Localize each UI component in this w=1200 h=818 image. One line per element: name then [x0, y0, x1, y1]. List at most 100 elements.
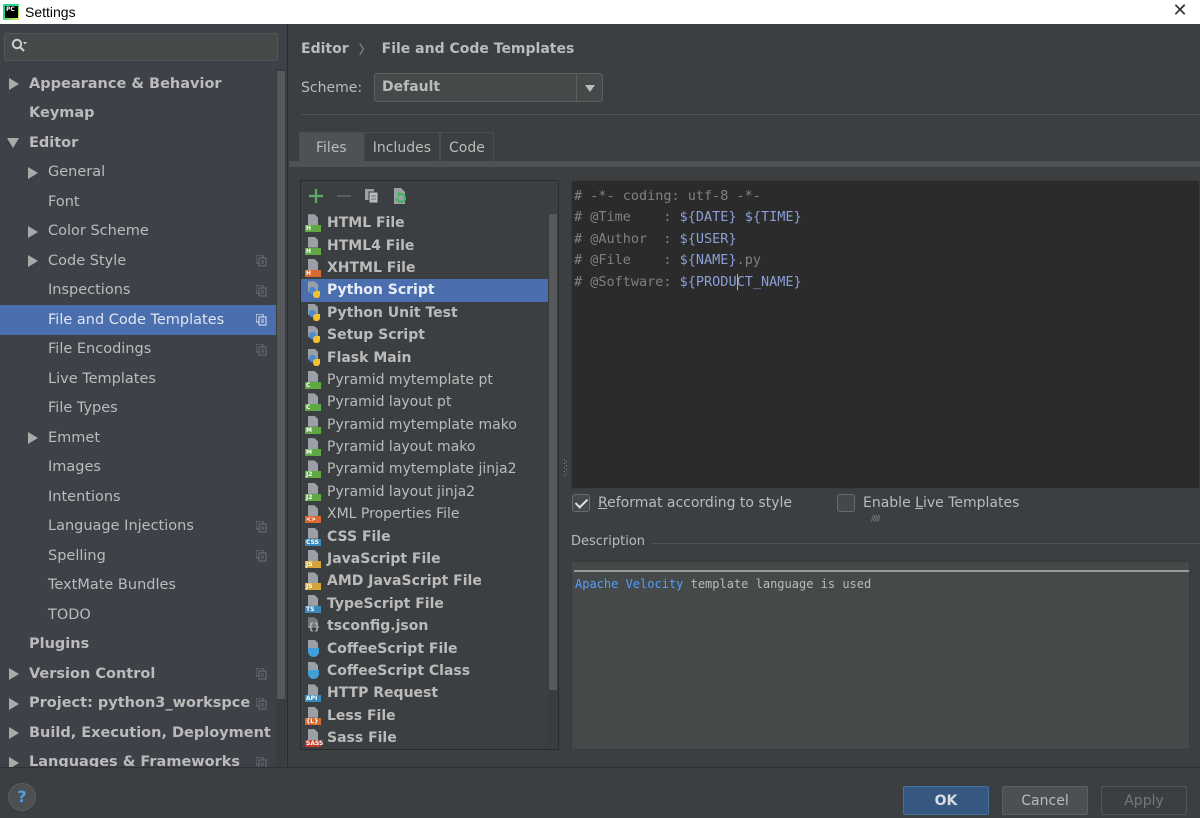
template-item-html-file[interactable]: H HTML File: [301, 212, 548, 234]
sidebar-item-file-encodings[interactable]: File Encodings: [0, 335, 276, 365]
code-line: # @File : ${NAME}.py: [574, 250, 1199, 271]
sidebar-scrollbar-thumb[interactable]: [277, 71, 285, 699]
sidebar-item-code-style[interactable]: Code Style: [0, 246, 276, 276]
template-variable: ${PRODU: [679, 273, 737, 290]
tab-code[interactable]: Code: [440, 132, 494, 161]
template-item-label: HTML4 File: [327, 237, 415, 254]
template-item-coffeescript-class[interactable]: CoffeeScript Class: [301, 660, 548, 682]
api-file-icon: API: [305, 684, 322, 703]
template-list-scrollbar-thumb[interactable]: [549, 214, 557, 690]
sidebar-item-label: File Types: [48, 400, 118, 417]
template-item-python-unit-test[interactable]: Python Unit Test: [301, 302, 548, 324]
reset-icon[interactable]: [391, 187, 409, 205]
template-item-http-request[interactable]: API HTTP Request: [301, 682, 548, 704]
close-icon[interactable]: ✕: [1168, 0, 1192, 24]
template-item-typescript-file[interactable]: TS TypeScript File: [301, 593, 548, 615]
scheme-dropdown[interactable]: Default: [374, 73, 603, 102]
template-item-pyramid-layout-pt[interactable]: C Pyramid layout pt: [301, 391, 548, 413]
remove-icon[interactable]: [335, 187, 353, 205]
sidebar-item-textmate-bundles[interactable]: TextMate Bundles: [0, 571, 276, 601]
ts-file-icon: TS: [305, 594, 322, 613]
expanded-arrow-icon[interactable]: [7, 138, 19, 148]
ok-button[interactable]: OK: [903, 786, 989, 815]
sidebar-item-editor[interactable]: Editor: [0, 128, 276, 158]
template-item-javascript-file[interactable]: JS JavaScript File: [301, 548, 548, 570]
sidebar-item-keymap[interactable]: Keymap: [0, 99, 276, 129]
python-file-icon: [305, 326, 322, 344]
code-comment: # @Time :: [574, 209, 680, 226]
template-item-xml-properties-file[interactable]: <> XML Properties File: [301, 503, 548, 525]
template-item-less-file[interactable]: {L} Less File: [301, 705, 548, 727]
sidebar-item-general[interactable]: General: [0, 158, 276, 188]
sidebar-item-project-python3-workspce[interactable]: Project: python3_workspce: [0, 689, 276, 719]
template-item-amd-javascript-file[interactable]: JS AMD JavaScript File: [301, 570, 548, 592]
template-item-pyramid-mytemplate-jinja2[interactable]: J2 Pyramid mytemplate jinja2: [301, 458, 548, 480]
template-item-css-file[interactable]: CSS CSS File: [301, 525, 548, 547]
sidebar-item-plugins[interactable]: Plugins: [0, 630, 276, 660]
template-variable: ${DATE}: [679, 209, 737, 226]
collapsed-arrow-icon[interactable]: [28, 432, 38, 444]
resize-grip-icon[interactable]: /////: [871, 514, 881, 523]
template-item-pyramid-mytemplate-pt[interactable]: C Pyramid mytemplate pt: [301, 369, 548, 391]
breadcrumb-editor[interactable]: Editor: [301, 41, 349, 57]
tab-underline: [289, 161, 1200, 167]
sidebar-item-inspections[interactable]: Inspections: [0, 276, 276, 306]
collapsed-arrow-icon[interactable]: [28, 166, 38, 179]
template-item-pyramid-mytemplate-mako[interactable]: M Pyramid mytemplate mako: [301, 414, 548, 436]
project-level-icon: [256, 343, 267, 355]
sidebar-item-label: Emmet: [48, 429, 101, 446]
live-templates-checkbox-row[interactable]: Enable Live Templates: [837, 494, 1019, 512]
collapsed-arrow-icon[interactable]: [9, 697, 19, 710]
template-code-editor[interactable]: # -*- coding: utf-8 -*- # @Time : ${DATE}…: [571, 180, 1200, 489]
sidebar-item-label: General: [48, 164, 106, 181]
template-item-sass-file[interactable]: SASS Sass File: [301, 727, 548, 749]
sidebar-item-color-scheme[interactable]: Color Scheme: [0, 217, 276, 247]
template-item-tsconfig-json[interactable]: {} tsconfig.json: [301, 615, 548, 637]
sidebar-item-label: Build, Execution, Deployment: [29, 724, 271, 741]
sidebar-item-font[interactable]: Font: [0, 187, 276, 217]
apache-velocity-link[interactable]: Apache Velocity: [575, 577, 683, 591]
splitter-handle-icon[interactable]: [564, 458, 568, 478]
sidebar-item-appearance-behavior[interactable]: Appearance & Behavior: [0, 69, 276, 99]
tab-includes[interactable]: Includes: [363, 132, 440, 161]
template-item-pyramid-layout-jinja2[interactable]: J2 Pyramid layout jinja2: [301, 481, 548, 503]
reformat-checkbox-row[interactable]: Reformat according to style: [572, 494, 792, 512]
sidebar-item-file-types[interactable]: File Types: [0, 394, 276, 424]
sidebar-item-version-control[interactable]: Version Control: [0, 659, 276, 689]
tab-files[interactable]: Files: [299, 132, 364, 161]
template-item-coffeescript-file[interactable]: CoffeeScript File: [301, 637, 548, 659]
sidebar-item-language-injections[interactable]: Language Injections: [0, 512, 276, 542]
cancel-button[interactable]: Cancel: [1002, 786, 1088, 815]
sidebar-item-spelling[interactable]: Spelling: [0, 541, 276, 571]
copy-icon[interactable]: [363, 187, 381, 205]
sidebar-item-file-and-code-templates[interactable]: File and Code Templates: [0, 305, 276, 335]
settings-search-input[interactable]: [4, 33, 278, 61]
collapsed-arrow-icon[interactable]: [9, 668, 19, 680]
help-icon[interactable]: ?: [8, 783, 36, 811]
template-toolbar: [301, 181, 558, 210]
sidebar-item-build-execution-deployment[interactable]: Build, Execution, Deployment: [0, 718, 276, 748]
collapsed-arrow-icon[interactable]: [28, 225, 38, 238]
sidebar-item-todo[interactable]: TODO: [0, 600, 276, 630]
add-icon[interactable]: [307, 187, 325, 205]
collapsed-arrow-icon[interactable]: [28, 255, 38, 267]
reformat-checkbox[interactable]: [572, 494, 590, 512]
template-item-xhtml-file[interactable]: H XHTML File: [301, 257, 548, 279]
template-item-html4-file[interactable]: H HTML4 File: [301, 234, 548, 256]
l-file-icon: {L}: [305, 706, 322, 725]
sidebar-item-emmet[interactable]: Emmet: [0, 423, 276, 453]
collapsed-arrow-icon[interactable]: [9, 78, 19, 90]
chevron-down-icon[interactable]: [576, 74, 602, 101]
collapsed-arrow-icon[interactable]: [9, 727, 19, 739]
apply-button[interactable]: Apply: [1101, 786, 1187, 815]
live-templates-checkbox[interactable]: [837, 494, 855, 512]
template-item-setup-script[interactable]: Setup Script: [301, 324, 548, 346]
template-item-python-script[interactable]: Python Script: [301, 279, 548, 302]
code-line: # @Software: ${PRODUCT_NAME}: [574, 272, 1199, 293]
template-item-label: CoffeeScript File: [327, 640, 458, 657]
template-item-flask-main[interactable]: Flask Main: [301, 346, 548, 368]
sidebar-item-images[interactable]: Images: [0, 453, 276, 483]
sidebar-item-live-templates[interactable]: Live Templates: [0, 364, 276, 394]
sidebar-item-intentions[interactable]: Intentions: [0, 482, 276, 512]
template-item-pyramid-layout-mako[interactable]: M Pyramid layout mako: [301, 436, 548, 458]
